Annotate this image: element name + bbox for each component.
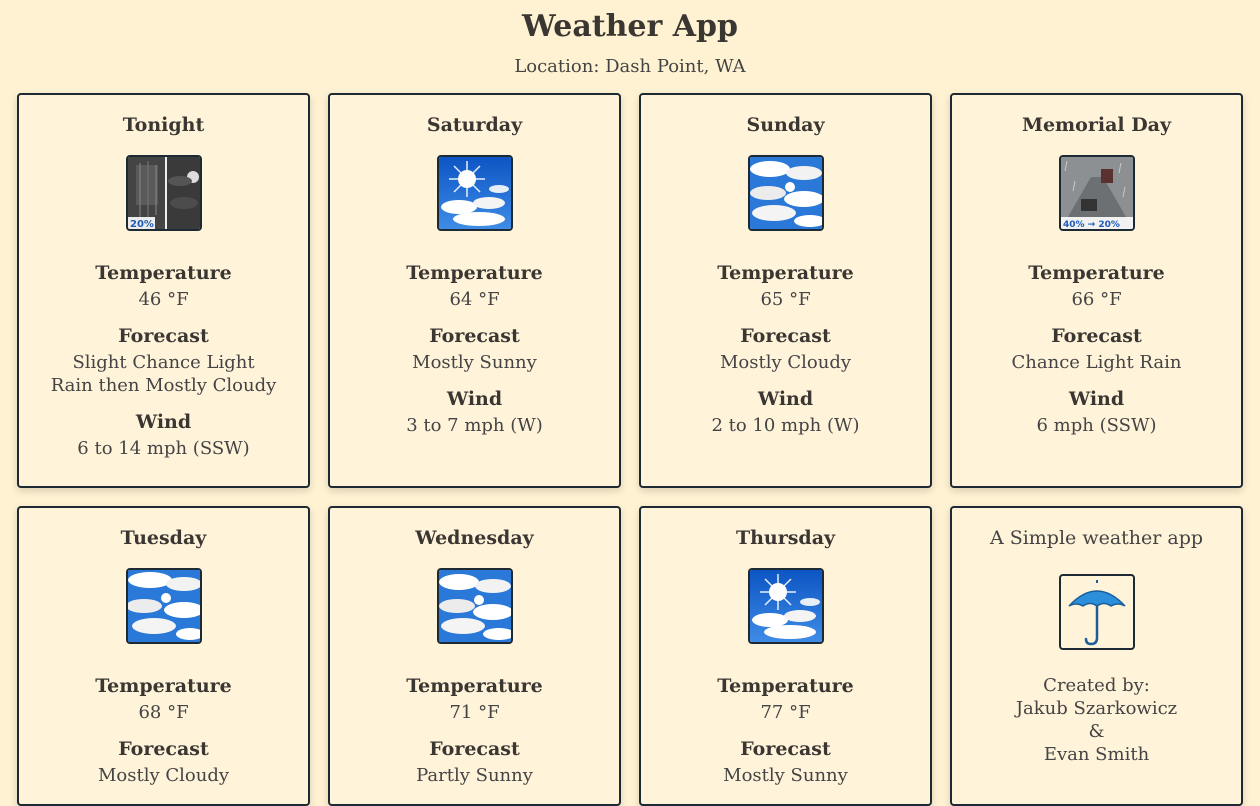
umbrella-icon — [1058, 574, 1135, 650]
created-by-label: Created by: — [1043, 675, 1150, 696]
forecast-label: Forecast — [1051, 325, 1142, 347]
forecast-card-wednesday: Wednesday Temperature 71 °F Forecast Par… — [328, 506, 621, 806]
period-name: Wednesday — [415, 527, 534, 549]
forecast-card-tonight: Tonight 20% Temperature 46 °F Forecast S… — [17, 93, 310, 488]
temperature-label: Temperature — [717, 675, 854, 697]
temperature-label: Temperature — [95, 675, 232, 697]
temperature-value: 64 °F — [449, 289, 500, 310]
forecast-value: Mostly Cloudy — [97, 765, 230, 786]
forecast-label: Forecast — [118, 325, 209, 347]
forecast-label: Forecast — [740, 738, 831, 760]
about-title: A Simple weather app — [989, 527, 1204, 549]
author-name: Evan Smith — [1043, 744, 1150, 765]
author-name: Jakub Szarkowicz — [1015, 698, 1178, 719]
forecast-label: Forecast — [429, 325, 520, 347]
forecast-value: Mostly Cloudy — [719, 352, 852, 373]
temperature-value: 65 °F — [760, 289, 811, 310]
about-card: A Simple weather app Created by: Jakub S… — [950, 506, 1243, 806]
temperature-value: 68 °F — [138, 702, 189, 723]
sunny-icon — [747, 568, 824, 644]
temperature-label: Temperature — [95, 262, 232, 284]
forecast-card-sunday: Sunday Temperature 65 °F Forecast Mostly… — [639, 93, 932, 488]
forecast-value: Slight Chance Light Rain then Mostly Clo… — [50, 352, 277, 396]
temperature-label: Temperature — [406, 262, 543, 284]
forecast-value: Mostly Sunny — [412, 352, 537, 373]
svg-text:20%: 20% — [130, 219, 154, 229]
forecast-grid: Tonight 20% Temperature 46 °F Forecast S… — [17, 93, 1243, 806]
location-label: Location: Dash Point, WA — [514, 56, 746, 77]
temperature-label: Temperature — [406, 675, 543, 697]
cloudy-icon — [436, 568, 513, 644]
wind-label: Wind — [757, 388, 814, 410]
credits: Created by: Jakub Szarkowicz & Evan Smit… — [952, 674, 1241, 766]
wind-label: Wind — [1068, 388, 1125, 410]
temperature-value: 46 °F — [138, 289, 189, 310]
svg-text:40% → 20%: 40% → 20% — [1063, 220, 1120, 229]
rain-icon: 40% → 20% — [1058, 155, 1135, 231]
period-name: Thursday — [735, 527, 836, 549]
cloudy-icon — [747, 155, 824, 231]
wind-value: 3 to 7 mph (W) — [406, 415, 543, 436]
temperature-value: 71 °F — [449, 702, 500, 723]
wind-label: Wind — [135, 411, 192, 433]
forecast-label: Forecast — [740, 325, 831, 347]
header: Weather App Location: Dash Point, WA — [0, 0, 1260, 80]
forecast-card-tuesday: Tuesday Temperature 68 °F Forecast Mostl… — [17, 506, 310, 806]
ampersand: & — [1088, 721, 1105, 742]
forecast-value: Partly Sunny — [416, 765, 533, 786]
forecast-card-thursday: Thursday Temperature 77 °F Forecast Most… — [639, 506, 932, 806]
forecast-card-memorial-day: Memorial Day 40% → 20% Temperature 66 °F… — [950, 93, 1243, 488]
app-title: Weather App — [521, 9, 738, 44]
period-name: Memorial Day — [1021, 114, 1172, 136]
forecast-value: Mostly Sunny — [723, 765, 848, 786]
cloudy-icon — [125, 568, 202, 644]
forecast-label: Forecast — [118, 738, 209, 760]
temperature-label: Temperature — [717, 262, 854, 284]
period-name: Tuesday — [120, 527, 207, 549]
wind-value: 6 mph (SSW) — [1036, 415, 1157, 436]
sunny-icon — [436, 155, 513, 231]
night-rain-icon: 20% — [125, 155, 202, 231]
forecast-card-saturday: Saturday Temperature 64 °F Forecast Most… — [328, 93, 621, 488]
temperature-label: Temperature — [1028, 262, 1165, 284]
wind-value: 2 to 10 mph (W) — [711, 415, 860, 436]
period-name: Saturday — [426, 114, 523, 136]
wind-label: Wind — [446, 388, 503, 410]
forecast-value: Chance Light Rain — [1011, 352, 1182, 373]
period-name: Tonight — [122, 114, 205, 136]
wind-value: 6 to 14 mph (SSW) — [77, 438, 250, 459]
period-name: Sunday — [746, 114, 825, 136]
temperature-value: 66 °F — [1071, 289, 1122, 310]
forecast-label: Forecast — [429, 738, 520, 760]
temperature-value: 77 °F — [760, 702, 811, 723]
